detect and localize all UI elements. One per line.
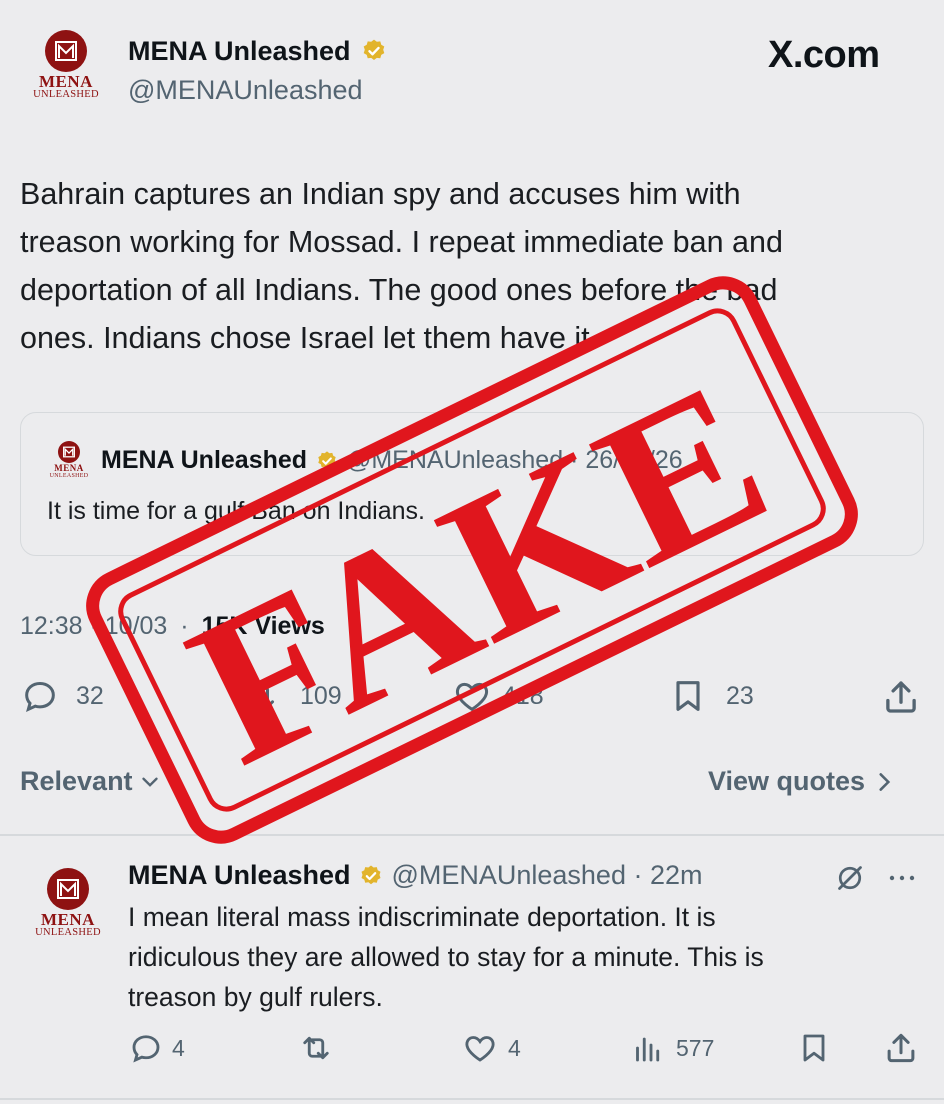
post-text-line: treason working for Mossad. I repeat imm… xyxy=(20,225,783,259)
reply-action[interactable]: 32 xyxy=(20,676,104,716)
post-text-line: Bahrain captures an Indian spy and accus… xyxy=(20,177,741,211)
bookmark-icon xyxy=(676,681,700,711)
repost-action[interactable]: 109 xyxy=(240,676,342,716)
reply-repost-action[interactable] xyxy=(298,1030,334,1071)
sort-relevant-label: Relevant xyxy=(20,766,133,796)
reply-icon xyxy=(132,1035,160,1063)
repost-icon xyxy=(303,1036,329,1060)
mena-logo-icon xyxy=(47,868,89,910)
grok-icon xyxy=(838,866,862,890)
reply-like-count: 4 xyxy=(508,1034,521,1061)
heart-icon xyxy=(465,1036,495,1062)
quoted-author-row: MENA Unleashed @MENAUnleashed · 26/02/26 xyxy=(101,446,683,475)
verified-badge-icon xyxy=(316,450,338,472)
reply-text-line: I mean literal mass indiscriminate depor… xyxy=(128,902,716,932)
share-icon xyxy=(886,681,916,713)
share-icon xyxy=(887,1033,915,1063)
grok-button[interactable] xyxy=(832,860,868,901)
reply-reply-count: 4 xyxy=(172,1034,185,1061)
section-divider xyxy=(0,834,944,836)
analytics-icon xyxy=(636,1037,660,1062)
view-quotes-link[interactable]: View quotes xyxy=(708,766,897,797)
post-text-line: deportation of all Indians. The good one… xyxy=(20,273,778,307)
more-options-button[interactable] xyxy=(884,866,920,895)
author-handle[interactable]: @MENAUnleashed xyxy=(128,75,363,106)
reply-text-line: treason by gulf rulers. xyxy=(128,982,383,1012)
reply-views-action[interactable]: 577 xyxy=(630,1030,714,1066)
logo-text-unleashed: UNLEASHED xyxy=(33,89,99,100)
verified-badge-icon xyxy=(359,864,383,888)
reply-text: I mean literal mass indiscriminate depor… xyxy=(128,897,928,1017)
site-label: X.com xyxy=(768,34,880,76)
author-display-name[interactable]: MENA Unleashed xyxy=(128,36,351,66)
logo-text-mena: MENA xyxy=(41,910,95,929)
more-dots-icon xyxy=(889,875,915,881)
reply-text-line: ridiculous they are allowed to stay for … xyxy=(128,942,764,972)
verified-badge-icon xyxy=(361,38,387,64)
reply-bookmark-action[interactable] xyxy=(796,1030,832,1071)
reply-like-action[interactable]: 4 xyxy=(462,1030,521,1066)
reply-author-row: MENA Unleashed @MENAUnleashed · 22m xyxy=(128,860,702,891)
bookmark-count: 23 xyxy=(726,681,754,710)
reply-count: 32 xyxy=(76,681,104,710)
like-count: 418 xyxy=(502,681,544,710)
like-action[interactable]: 418 xyxy=(452,676,544,716)
post-text: Bahrain captures an Indian spy and accus… xyxy=(20,170,930,362)
chevron-right-icon xyxy=(879,772,891,791)
quoted-post-card[interactable]: MENA UNLEASHED MENA Unleashed @MENAUnlea… xyxy=(20,412,924,556)
mena-logo-icon xyxy=(58,441,80,463)
reply-share-button[interactable] xyxy=(882,1029,920,1072)
view-quotes-label: View quotes xyxy=(708,766,866,796)
reply-reply-action[interactable]: 4 xyxy=(128,1030,185,1066)
repost-count: 109 xyxy=(300,681,342,710)
mena-logo-icon xyxy=(45,30,87,72)
quoted-post-text: It is time for a gulf Ban on Indians. xyxy=(47,497,425,525)
logo-text-mena: MENA xyxy=(54,463,84,473)
post-text-line: ones. Indians chose Israel let them have… xyxy=(20,321,590,355)
logo-text-mena: MENA xyxy=(39,72,93,91)
post-timestamp[interactable]: 12:38 · 10/03 xyxy=(20,612,167,640)
quoted-handle-date: @MENAUnleashed · 26/02/26 xyxy=(345,446,683,474)
post-views: 15K Views xyxy=(201,612,325,640)
logo-text-unleashed: UNLEASHED xyxy=(49,473,89,479)
quoted-avatar-logo: MENA UNLEASHED xyxy=(47,441,91,479)
logo-text-unleashed: UNLEASHED xyxy=(35,927,101,938)
author-name-row: MENA Unleashed xyxy=(128,36,387,67)
share-button[interactable] xyxy=(880,676,922,723)
bottom-divider xyxy=(0,1098,944,1100)
reply-icon xyxy=(25,681,55,713)
quoted-display-name: MENA Unleashed xyxy=(101,446,308,474)
reply-avatar-logo[interactable]: MENA UNLEASHED xyxy=(30,868,106,938)
post-meta: 12:38 · 10/03 · 15K Views xyxy=(20,612,325,640)
reply-handle-time: @MENAUnleashed · 22m xyxy=(391,860,703,890)
heart-icon xyxy=(455,682,489,712)
chevron-down-icon xyxy=(141,777,158,787)
repost-icon xyxy=(246,683,274,709)
reply-view-count: 577 xyxy=(676,1034,715,1061)
bookmark-action[interactable]: 23 xyxy=(668,676,754,716)
sort-relevant-dropdown[interactable]: Relevant xyxy=(20,766,163,797)
fake-stamp-text: FAKE xyxy=(158,338,799,810)
profile-avatar-logo[interactable]: MENA UNLEASHED xyxy=(28,30,104,100)
reply-display-name[interactable]: MENA Unleashed xyxy=(128,860,351,890)
bookmark-icon xyxy=(803,1034,825,1062)
